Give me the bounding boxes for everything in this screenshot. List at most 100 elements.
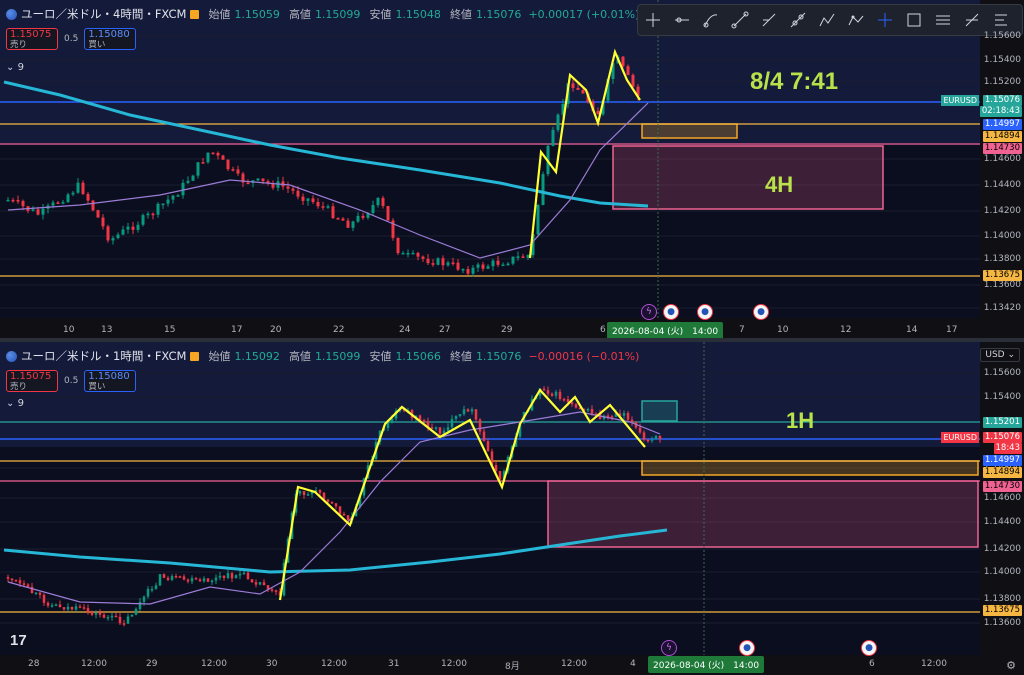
candle-body: [222, 575, 226, 578]
candle-body: [26, 584, 30, 587]
symbol-title[interactable]: ユーロ／米ドル・4時間・FXCM: [21, 6, 186, 22]
candle-body: [302, 491, 306, 495]
time-tick: 10: [777, 325, 789, 335]
candle-body: [446, 262, 450, 266]
price-chart-4h[interactable]: [0, 0, 1024, 338]
info-line-icon[interactable]: [754, 5, 783, 35]
candle-body: [346, 515, 350, 521]
price-label[interactable]: 1.14997: [982, 119, 1022, 130]
close-value: 1.15076: [475, 7, 522, 21]
candle-body: [318, 490, 322, 493]
buy-price: 1.15080: [88, 29, 130, 40]
price-label[interactable]: 02:18:43: [979, 106, 1022, 117]
price-label[interactable]: 18:43: [993, 443, 1022, 454]
candle-body: [202, 578, 206, 582]
path-icon[interactable]: [812, 5, 841, 35]
flag-icon[interactable]: [190, 351, 200, 361]
horizontal-ray-icon[interactable]: [667, 5, 696, 35]
price-label[interactable]: 1.14894: [982, 131, 1022, 142]
price-label[interactable]: 1.15201: [982, 417, 1022, 428]
candle-body: [482, 431, 486, 442]
eurusd-logo-icon: [6, 350, 17, 362]
sell-label: 売り: [10, 382, 28, 392]
candle-body: [301, 196, 305, 201]
time-tick: 27: [439, 325, 451, 335]
crosshair-icon[interactable]: [638, 5, 667, 35]
extended-line-icon[interactable]: [783, 5, 812, 35]
candle-body: [331, 206, 335, 219]
pitchfork-icon[interactable]: [928, 5, 957, 35]
brush-icon[interactable]: [696, 5, 725, 35]
candle-body: [401, 253, 405, 255]
price-label[interactable]: 1.14730: [982, 143, 1022, 154]
candle-body: [118, 616, 122, 624]
candle-body: [216, 152, 220, 156]
candle-body: [258, 582, 262, 585]
demand-zone: [612, 145, 884, 210]
price-label[interactable]: 1.13675: [982, 605, 1022, 616]
candle-body: [71, 192, 75, 195]
price-tick: 1.13600: [983, 618, 1021, 628]
us-event-icon[interactable]: ●: [753, 304, 769, 320]
sell-button[interactable]: 1.15075 売り: [6, 28, 58, 50]
gear-icon[interactable]: ⚙: [1006, 659, 1016, 672]
candle-body: [170, 576, 174, 580]
candle-body: [174, 576, 178, 578]
candle-body: [126, 616, 130, 624]
candle-body: [70, 606, 74, 610]
tradingview-logo[interactable]: 17: [10, 632, 27, 649]
symbol-title[interactable]: ユーロ／米ドル・1時間・FXCM: [21, 348, 186, 364]
us-event-icon[interactable]: ●: [739, 640, 755, 656]
candle-body: [501, 264, 505, 267]
buy-button[interactable]: 1.15080 買い: [84, 370, 137, 392]
candle-body: [198, 579, 202, 582]
candle-body: [218, 575, 222, 578]
buy-price: 1.15080: [88, 371, 130, 382]
candle-body: [206, 152, 210, 163]
chart-legend-4h: ユーロ／米ドル・4時間・FXCM 始値 1.15059 高値 1.15099 安値 1…: [6, 6, 639, 22]
price-label[interactable]: 1.14894: [982, 467, 1022, 478]
candle-body: [206, 578, 210, 582]
symbol-tag: EURUSD: [941, 432, 979, 443]
us-event-icon[interactable]: ●: [697, 304, 713, 320]
sell-button[interactable]: 1.15075 売り: [6, 370, 58, 392]
trend-line-icon[interactable]: [725, 5, 754, 35]
price-tick: 1.13800: [983, 254, 1021, 264]
flag-icon[interactable]: [190, 9, 200, 19]
price-label[interactable]: 1.14730: [982, 481, 1022, 492]
candle-body: [31, 209, 35, 211]
rectangle-icon[interactable]: [899, 5, 928, 35]
candle-body: [10, 578, 14, 581]
candle-body: [466, 269, 470, 274]
candle-body: [214, 577, 218, 581]
candle-body: [16, 200, 20, 202]
candle-body: [386, 423, 390, 429]
chart-pane-1h[interactable]: ユーロ／米ドル・1時間・FXCM 始値 1.15092 高値 1.15099 安値 1…: [0, 342, 1024, 675]
chart-pane-4h[interactable]: ユーロ／米ドル・4時間・FXCM 始値 1.15059 高値 1.15099 安値 1…: [0, 0, 1024, 338]
us-event-icon[interactable]: ●: [861, 640, 877, 656]
buy-button[interactable]: 1.15080 買い: [84, 28, 137, 50]
us-event-icon[interactable]: ●: [663, 304, 679, 320]
annotation-time: 8/4 7:41: [750, 68, 839, 95]
price-label[interactable]: 1.15076: [982, 95, 1022, 106]
price-chart-1h[interactable]: [0, 342, 1024, 675]
candle-body: [6, 577, 10, 579]
symbol-tag: EURUSD: [941, 95, 979, 106]
cross-line-icon[interactable]: [870, 5, 899, 35]
candle-body: [106, 226, 110, 241]
time-tick: 12: [840, 325, 852, 335]
open-value: 1.15092: [234, 349, 280, 363]
price-label[interactable]: 1.13675: [982, 270, 1022, 281]
candle-body: [54, 604, 58, 606]
price-label[interactable]: 1.14997: [982, 455, 1022, 466]
event-bolt-icon[interactable]: ϟ: [641, 304, 657, 320]
price-label[interactable]: 1.15076: [982, 432, 1022, 443]
event-bolt-icon[interactable]: ϟ: [661, 640, 677, 656]
candle-body: [542, 388, 546, 391]
candle-body: [62, 607, 66, 610]
price-tick: 1.15600: [983, 31, 1021, 41]
indicator-toggle[interactable]: ⌄ 9: [6, 398, 24, 409]
indicator-toggle[interactable]: ⌄ 9: [6, 62, 24, 73]
polyline-icon[interactable]: [841, 5, 870, 35]
candle-body: [51, 202, 55, 206]
